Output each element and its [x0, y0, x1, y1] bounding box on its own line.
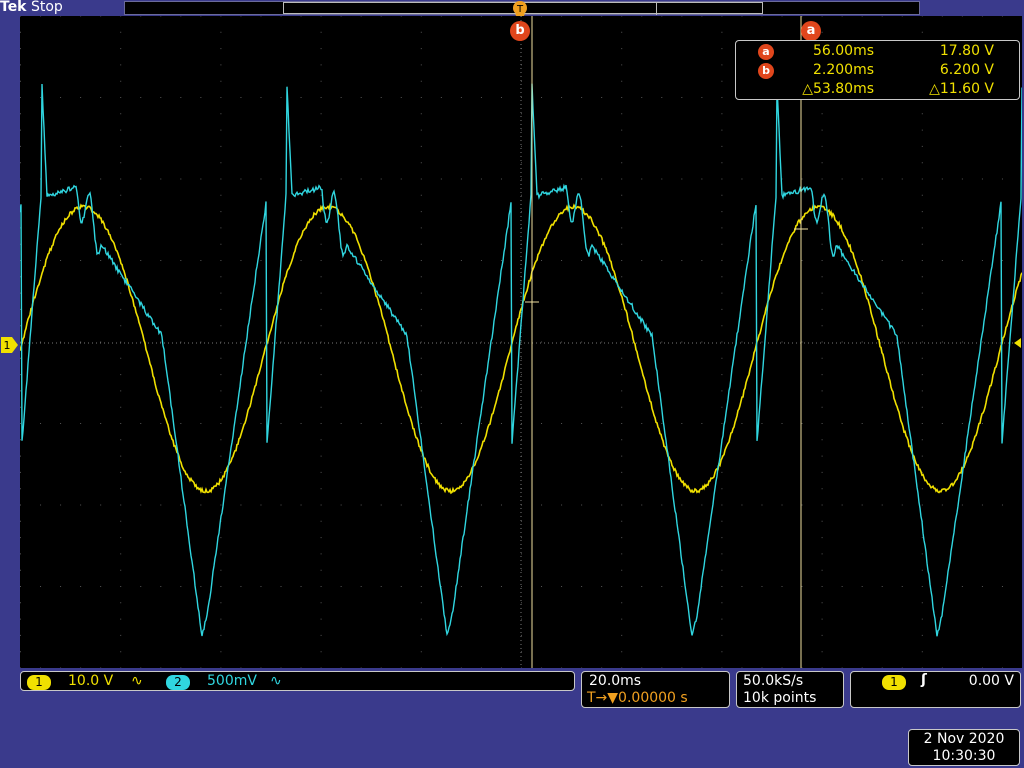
cursor-readout-panel: a 56.00ms 17.80 V b 2.200ms 6.200 V △53.… [735, 40, 1020, 100]
trigger-delay[interactable]: T→▼0.00000 s [587, 690, 688, 706]
cursor-b-readout: b 2.200ms 6.200 V [736, 62, 1019, 80]
cursor-b-voltage: 6.200 V [940, 62, 994, 78]
cursor-a-voltage: 17.80 V [940, 43, 994, 59]
record-view-tick [656, 3, 657, 15]
record-length: 10k points [743, 690, 816, 706]
channel-1-coupling-icon: ∿ [131, 673, 143, 689]
horizontal-settings-panel[interactable]: 20.0ms T→▼0.00000 s [581, 671, 730, 708]
channel-2-scale[interactable]: 500mV [207, 673, 257, 689]
cursor-delta-voltage: △11.60 V [929, 81, 994, 97]
trigger-level-marker [1014, 338, 1021, 348]
trigger-level[interactable]: 0.00 V [969, 673, 1014, 689]
date-time-display: 2 Nov 2020 10:30:30 [908, 729, 1020, 766]
svg-text:T: T [516, 4, 524, 15]
acquisition-status: Stop [31, 0, 63, 15]
channel-2-coupling-icon: ∿ [270, 673, 282, 689]
cursor-delta-time: △53.80ms [802, 81, 874, 97]
sample-rate: 50.0kS/s [743, 673, 803, 689]
brand-logo: Tek [0, 0, 27, 15]
trigger-panel[interactable]: 1 ʃ 0.00 V [850, 671, 1021, 708]
trigger-source-badge[interactable]: 1 [882, 675, 906, 690]
date-label: 2 Nov 2020 [909, 731, 1019, 748]
cursor-b-time: 2.200ms [813, 62, 874, 78]
status-label: Tek Stop [0, 0, 63, 15]
channel-2-trace [20, 84, 1022, 637]
vertical-settings-panel[interactable]: 1 10.0 V ∿ 2 500mV ∿ [20, 671, 575, 691]
waveform-display[interactable] [20, 16, 1022, 668]
waveform-graticule [20, 16, 1022, 668]
channel-1-badge[interactable]: 1 [27, 675, 51, 690]
cursor-delta-readout: △53.80ms △11.60 V [736, 81, 1019, 99]
cursor-a-time: 56.00ms [813, 43, 874, 59]
cursor-a-readout: a 56.00ms 17.80 V [736, 43, 1019, 61]
grid-dots [20, 16, 1022, 668]
acquisition-panel[interactable]: 50.0kS/s 10k points [736, 671, 844, 708]
trigger-slope-icon: ʃ [921, 672, 927, 688]
cursor-b-badge: b [758, 63, 774, 79]
svg-text:1: 1 [4, 339, 11, 352]
cursor-a-marker[interactable]: a [801, 21, 821, 41]
channel-2-badge[interactable]: 2 [166, 675, 190, 690]
cursor-a-badge: a [758, 44, 774, 60]
time-label: 10:30:30 [909, 748, 1019, 765]
channel-1-scale[interactable]: 10.0 V [68, 673, 113, 689]
cursor-b-marker[interactable]: b [510, 21, 530, 41]
timebase-scale[interactable]: 20.0ms [589, 673, 641, 689]
channel-1-ground-marker[interactable]: 1 [1, 335, 18, 355]
